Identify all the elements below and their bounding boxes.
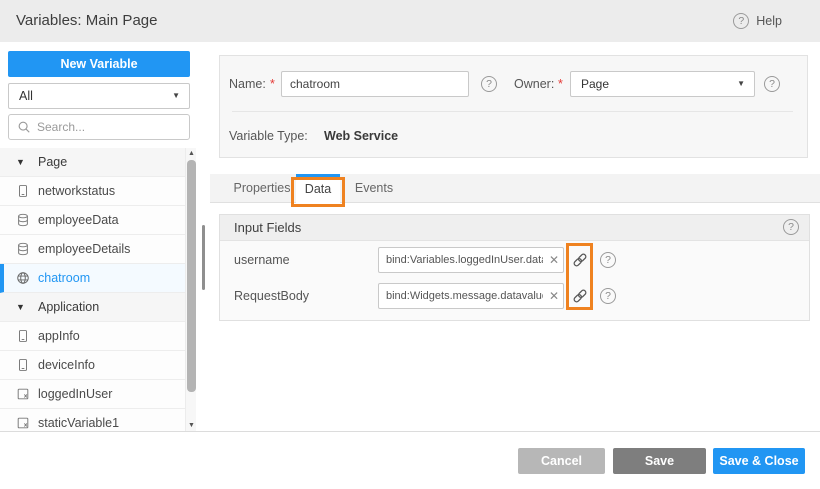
name-required-marker: * — [270, 71, 275, 97]
save-button[interactable]: Save — [613, 448, 706, 474]
dialog-scrollbar-thumb[interactable] — [202, 225, 205, 290]
globe-icon — [16, 271, 30, 285]
tree-item-deviceinfo[interactable]: deviceInfo — [0, 351, 196, 380]
input-fields-help-icon[interactable]: ? — [783, 219, 799, 235]
new-variable-button[interactable]: New Variable — [8, 51, 190, 77]
tree-item-label: appInfo — [38, 329, 80, 343]
search-icon — [17, 120, 31, 134]
tree-group-page[interactable]: ▼ Page — [0, 148, 196, 177]
owner-required-marker: * — [558, 71, 563, 97]
help-label: Help — [756, 14, 782, 28]
variable-type-label: Variable Type: — [229, 123, 308, 149]
variables-sidebar: New Variable All ▼ ▼ Page networkstatus … — [0, 42, 205, 431]
owner-help-icon[interactable]: ? — [764, 76, 780, 92]
variable-type-value: Web Service — [324, 123, 398, 149]
database-icon — [16, 242, 30, 256]
owner-value: Page — [581, 77, 609, 91]
username-bind-field: ✕ — [378, 247, 564, 273]
static-variable-icon — [16, 387, 30, 401]
tree-item-networkstatus[interactable]: networkstatus — [0, 177, 196, 206]
scroll-up-icon[interactable]: ▲ — [186, 150, 197, 157]
scroll-down-icon[interactable]: ▼ — [186, 422, 197, 429]
filter-value: All — [19, 89, 33, 103]
page-title: Variables: Main Page — [16, 0, 157, 42]
device-icon — [16, 358, 30, 372]
tab-data[interactable]: Data — [296, 174, 340, 203]
requestbody-bind-input[interactable] — [378, 283, 564, 309]
tree-group-application[interactable]: ▼ Application — [0, 293, 196, 322]
name-help-icon[interactable]: ? — [481, 76, 497, 92]
tree-item-label: deviceInfo — [38, 358, 95, 372]
tree-item-appinfo[interactable]: appInfo — [0, 322, 196, 351]
tree-group-label: Page — [38, 155, 67, 169]
input-fields-panel: Input Fields ? username ✕ ? RequestBody … — [219, 214, 810, 321]
tree-item-label: employeeDetails — [38, 242, 130, 256]
sidebar-scrollbar-thumb[interactable] — [187, 160, 196, 392]
username-bind-input[interactable] — [378, 247, 564, 273]
tree-item-employeedata[interactable]: employeeData — [0, 206, 196, 235]
search-box — [8, 114, 190, 140]
requestbody-help-icon[interactable]: ? — [600, 288, 616, 304]
username-help-icon[interactable]: ? — [600, 252, 616, 268]
name-label: Name: — [229, 71, 266, 97]
tree-item-label: staticVariable1 — [38, 416, 119, 430]
save-and-close-button[interactable]: Save & Close — [713, 448, 805, 474]
help-icon: ? — [733, 13, 749, 29]
field-label-requestbody: RequestBody — [234, 283, 309, 309]
collapse-caret-icon: ▼ — [16, 157, 30, 167]
owner-label: Owner: — [514, 71, 554, 97]
requestbody-bind-field: ✕ — [378, 283, 564, 309]
cancel-button[interactable]: Cancel — [518, 448, 605, 474]
variables-dialog: Variables: Main Page ? Help New Variable… — [0, 0, 820, 489]
variables-tree: ▼ Page networkstatus employeeData employ… — [0, 148, 196, 431]
device-icon — [16, 329, 30, 343]
variable-summary-panel: Name: * ? Owner: * Page ▼ ? Variable Typ… — [219, 55, 808, 158]
search-input[interactable] — [37, 120, 181, 134]
tree-item-label: loggedInUser — [38, 387, 112, 401]
tree-item-label: networkstatus — [38, 184, 115, 198]
variable-filter-select[interactable]: All ▼ — [8, 83, 190, 109]
tree-item-staticvariable1[interactable]: staticVariable1 — [0, 409, 196, 431]
tab-properties[interactable]: Properties — [230, 174, 294, 203]
tree-item-label: employeeData — [38, 213, 119, 227]
bind-link-icon[interactable] — [572, 288, 588, 304]
tree-group-label: Application — [38, 300, 99, 314]
tree-item-employeedetails[interactable]: employeeDetails — [0, 235, 196, 264]
tree-item-loggedinuser[interactable]: loggedInUser — [0, 380, 196, 409]
database-icon — [16, 213, 30, 227]
input-fields-title: Input Fields — [234, 220, 301, 235]
tab-events[interactable]: Events — [348, 174, 400, 203]
clear-binding-icon[interactable]: ✕ — [549, 283, 559, 309]
detail-tabbar: Properties Data Events — [210, 174, 820, 203]
tree-item-chatroom-selected[interactable]: chatroom — [0, 264, 196, 293]
sidebar-scrollbar: ▲ ▼ — [185, 148, 196, 431]
clear-binding-icon[interactable]: ✕ — [549, 247, 559, 273]
dialog-footer: Cancel Save Save & Close — [0, 431, 820, 489]
dialog-header: Variables: Main Page ? Help — [0, 0, 820, 42]
field-label-username: username — [234, 247, 290, 273]
chevron-down-icon: ▼ — [172, 84, 180, 108]
panel-divider — [232, 111, 793, 112]
input-fields-header: Input Fields ? — [220, 215, 809, 241]
help-link[interactable]: ? Help — [733, 0, 782, 42]
static-variable-icon — [16, 416, 30, 430]
tree-item-label: chatroom — [38, 271, 90, 285]
collapse-caret-icon: ▼ — [16, 302, 30, 312]
device-icon — [16, 184, 30, 198]
owner-select[interactable]: Page ▼ — [570, 71, 755, 97]
chevron-down-icon: ▼ — [737, 72, 745, 96]
bind-link-icon[interactable] — [572, 252, 588, 268]
name-input[interactable] — [281, 71, 469, 97]
